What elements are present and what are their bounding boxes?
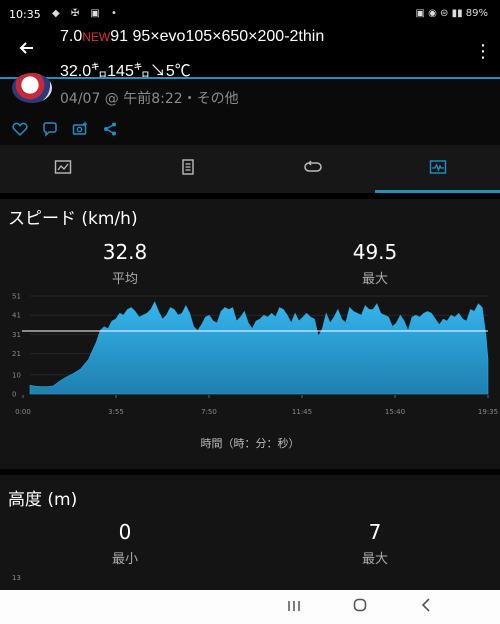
y-tick-label: 10 — [12, 371, 21, 379]
charts-icon — [429, 158, 447, 180]
speed-title: スピード (km/h) — [8, 209, 138, 229]
more-options-icon[interactable]: ⋮ — [474, 42, 492, 62]
tab-charts[interactable] — [375, 145, 500, 193]
altitude-y-tick: 13 — [12, 574, 21, 582]
max-altitude-label: 最大 — [361, 552, 388, 567]
max-speed-value: 49.5 — [352, 240, 398, 264]
laps-icon — [303, 158, 322, 180]
like-heart-icon[interactable] — [12, 121, 28, 137]
x-tick-label: 3:55 — [108, 408, 124, 416]
activity-header: 04/07 @ 午前8:22・その他 — [0, 73, 500, 115]
activity-meta: 04/07 @ 午前8:22・その他 — [60, 91, 239, 107]
system-nav-bar — [0, 590, 500, 624]
status-bar: 10:35 ◆ ✠ ▣ • ▣ ◉ ⊜ ▮▮ 89% — [0, 0, 500, 28]
notification-icons: ◆ ✠ ▣ • — [52, 8, 121, 19]
min-altitude-value: 0 — [118, 520, 132, 544]
y-tick-label: 31 — [12, 331, 21, 339]
details-icon — [179, 158, 197, 180]
activity-title: 7.0NEW91 95×evo105×650×200-2thin — [60, 28, 324, 46]
back-arrow-icon[interactable] — [14, 36, 40, 62]
tab-details[interactable] — [125, 145, 250, 193]
title-rest: 91 95×evo105×650×200-2thin — [110, 28, 325, 45]
overview-icon — [54, 158, 72, 180]
x-tick-label: 0:00 — [15, 408, 31, 416]
altitude-title: 高度 (m) — [8, 490, 78, 510]
tab-bar — [0, 145, 500, 193]
system-status-icons: ▣ ◉ ⊜ ▮▮ 89% — [415, 8, 489, 19]
avg-speed-value: 32.8 — [102, 240, 148, 264]
speed-chart: 0 10 21 31 41 51 0:00 3:55 7:50 11:45 15:40 19:35 — [12, 293, 498, 417]
share-icon[interactable] — [102, 121, 118, 137]
x-tick-label: 19:35 — [478, 408, 498, 416]
back-nav-icon[interactable] — [414, 596, 438, 618]
x-axis-label: 時間（時：分：秒） — [200, 437, 300, 450]
max-speed-label: 最大 — [361, 272, 388, 287]
x-tick-label: 7:50 — [201, 408, 217, 416]
clock: 10:35 — [9, 8, 41, 21]
recent-apps-icon[interactable] — [282, 596, 306, 618]
tab-overview[interactable] — [0, 145, 125, 193]
avg-speed-label: 平均 — [111, 272, 138, 287]
y-tick-label: 21 — [12, 350, 21, 358]
new-badge: NEW — [82, 30, 111, 44]
action-row — [0, 115, 500, 145]
max-altitude-value: 7 — [368, 520, 382, 544]
home-icon[interactable] — [348, 596, 372, 618]
comment-icon[interactable] — [42, 121, 58, 137]
x-tick-label: 11:45 — [292, 408, 312, 416]
app-bar: 7.0NEW91 95×evo105×650×200-2thin 32.0㌔14… — [0, 28, 500, 80]
add-photo-icon[interactable] — [72, 121, 88, 137]
y-tick-label: 51 — [12, 293, 21, 301]
min-altitude-label: 最小 — [111, 552, 138, 567]
tab-laps[interactable] — [250, 145, 375, 193]
title-prefix: 7.0 — [60, 28, 83, 45]
y-tick-label: 0 — [12, 391, 16, 399]
x-tick-label: 15:40 — [385, 408, 405, 416]
avatar[interactable] — [12, 73, 52, 103]
y-tick-label: 41 — [12, 312, 21, 320]
